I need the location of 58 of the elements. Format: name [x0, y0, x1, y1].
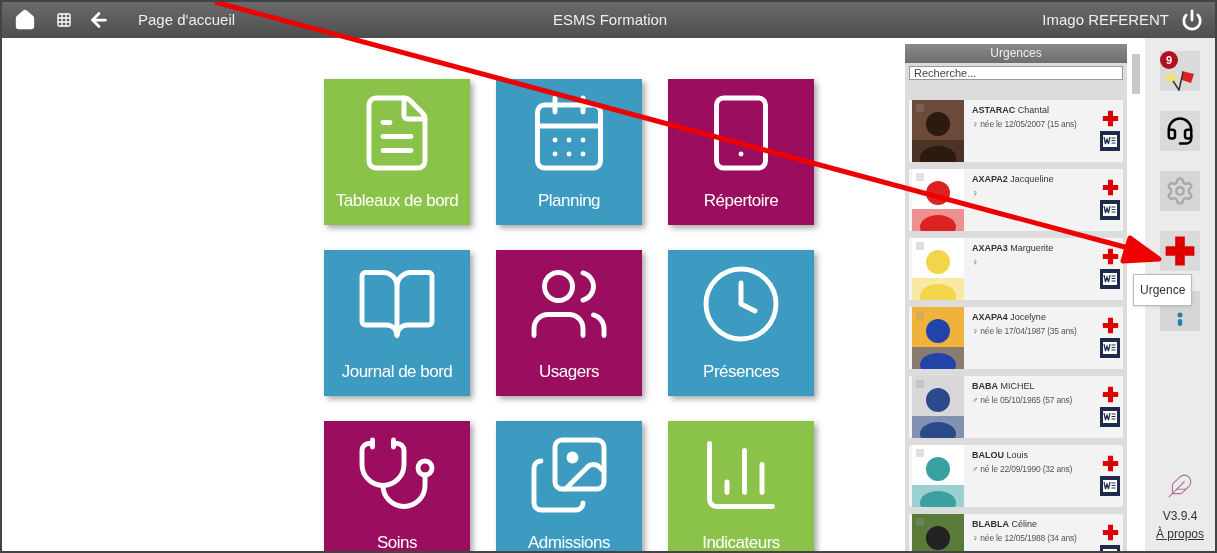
apps-grid-icon[interactable]	[56, 12, 72, 28]
tooltip: Urgence	[1133, 274, 1193, 306]
patient-card[interactable]: AXAPA4 Jocelyne ♀ née le 17/04/1987 (35 ans)	[909, 307, 1123, 369]
version-label: V3.9.4	[1162, 508, 1198, 525]
patient-card[interactable]: BABA MICHEL ♂ né le 05/10/1965 (57 ans)	[909, 376, 1123, 438]
add-cross-icon[interactable]	[1101, 524, 1119, 541]
patient-name: BALOU Louis	[972, 449, 1030, 462]
emergency-button[interactable]	[1160, 231, 1200, 271]
patient-card[interactable]: BLABLA Céline ♀ née le 12/05/1988 (34 ans)	[909, 514, 1123, 551]
add-cross-icon[interactable]	[1101, 248, 1119, 265]
search-field[interactable]: Recherche...	[909, 66, 1123, 80]
patient-card[interactable]: AXAPA2 Jacqueline ♀	[909, 169, 1123, 231]
patient-card[interactable]: AXAPA3 Marguerite ♀	[909, 238, 1123, 300]
add-cross-icon[interactable]	[1101, 455, 1119, 472]
patient-card[interactable]: ASTARAC Chantal ♀ née le 12/05/2007 (15 ans)	[909, 100, 1123, 162]
word-document-icon[interactable]	[1100, 269, 1120, 289]
word-document-icon[interactable]	[1100, 476, 1120, 496]
module-tile[interactable]: Répertoire	[668, 79, 814, 225]
patient-info: ♀	[972, 255, 980, 269]
back-arrow-icon[interactable]	[88, 9, 110, 31]
patient-info: ♀ née le 12/05/1988 (34 ans)	[972, 531, 1078, 545]
about-link[interactable]: À propos	[1156, 525, 1204, 543]
patient-info: ♀ née le 12/05/2007 (15 ans)	[972, 117, 1078, 131]
medical-cross-icon	[1164, 235, 1196, 267]
add-cross-icon[interactable]	[1101, 179, 1119, 196]
support-button[interactable]	[1160, 111, 1200, 151]
patient-info: ♀	[972, 186, 980, 200]
word-document-icon[interactable]	[1100, 131, 1120, 151]
patient-name: ASTARAC Chantal	[972, 104, 1050, 117]
app-title: ESMS Formation	[553, 9, 668, 30]
panel-header: Urgences	[905, 44, 1127, 63]
add-cross-icon[interactable]	[1101, 317, 1119, 334]
user-name: Imago REFERENT	[1042, 9, 1169, 30]
notification-badge: 9	[1160, 51, 1178, 69]
patient-info: ♂ né le 05/10/1965 (57 ans)	[972, 393, 1074, 407]
page-title: Page d'accueil	[138, 9, 237, 30]
power-icon[interactable]	[1181, 9, 1203, 31]
patient-name: BLABLA Céline	[972, 518, 1039, 531]
patient-name: AXAPA4 Jocelyne	[972, 311, 1047, 324]
word-document-icon[interactable]	[1100, 200, 1120, 220]
scrollbar[interactable]	[1132, 54, 1140, 94]
word-document-icon[interactable]	[1100, 338, 1120, 358]
info-dots-icon	[1177, 312, 1183, 326]
add-cross-icon[interactable]	[1101, 110, 1119, 127]
patient-card[interactable]: BALOU Louis ♂ né le 22/09/1990 (32 ans)	[909, 445, 1123, 507]
word-document-icon[interactable]	[1100, 407, 1120, 427]
headset-icon	[1165, 116, 1195, 146]
add-cross-icon[interactable]	[1101, 386, 1119, 403]
feather-icon	[1167, 473, 1193, 499]
patient-info: ♂ né le 22/09/1990 (32 ans)	[972, 462, 1074, 476]
patient-name: AXAPA2 Jacqueline	[972, 173, 1055, 186]
patient-name: BABA MICHEL	[972, 380, 1036, 393]
settings-icon	[1165, 176, 1195, 206]
patient-info: ♀ née le 17/04/1987 (35 ans)	[972, 324, 1078, 338]
module-tile[interactable]: Soins	[324, 421, 470, 551]
module-tile[interactable]: Usagers	[496, 250, 642, 396]
patient-name: AXAPA3 Marguerite	[972, 242, 1055, 255]
flags-button[interactable]: 9	[1160, 51, 1200, 91]
